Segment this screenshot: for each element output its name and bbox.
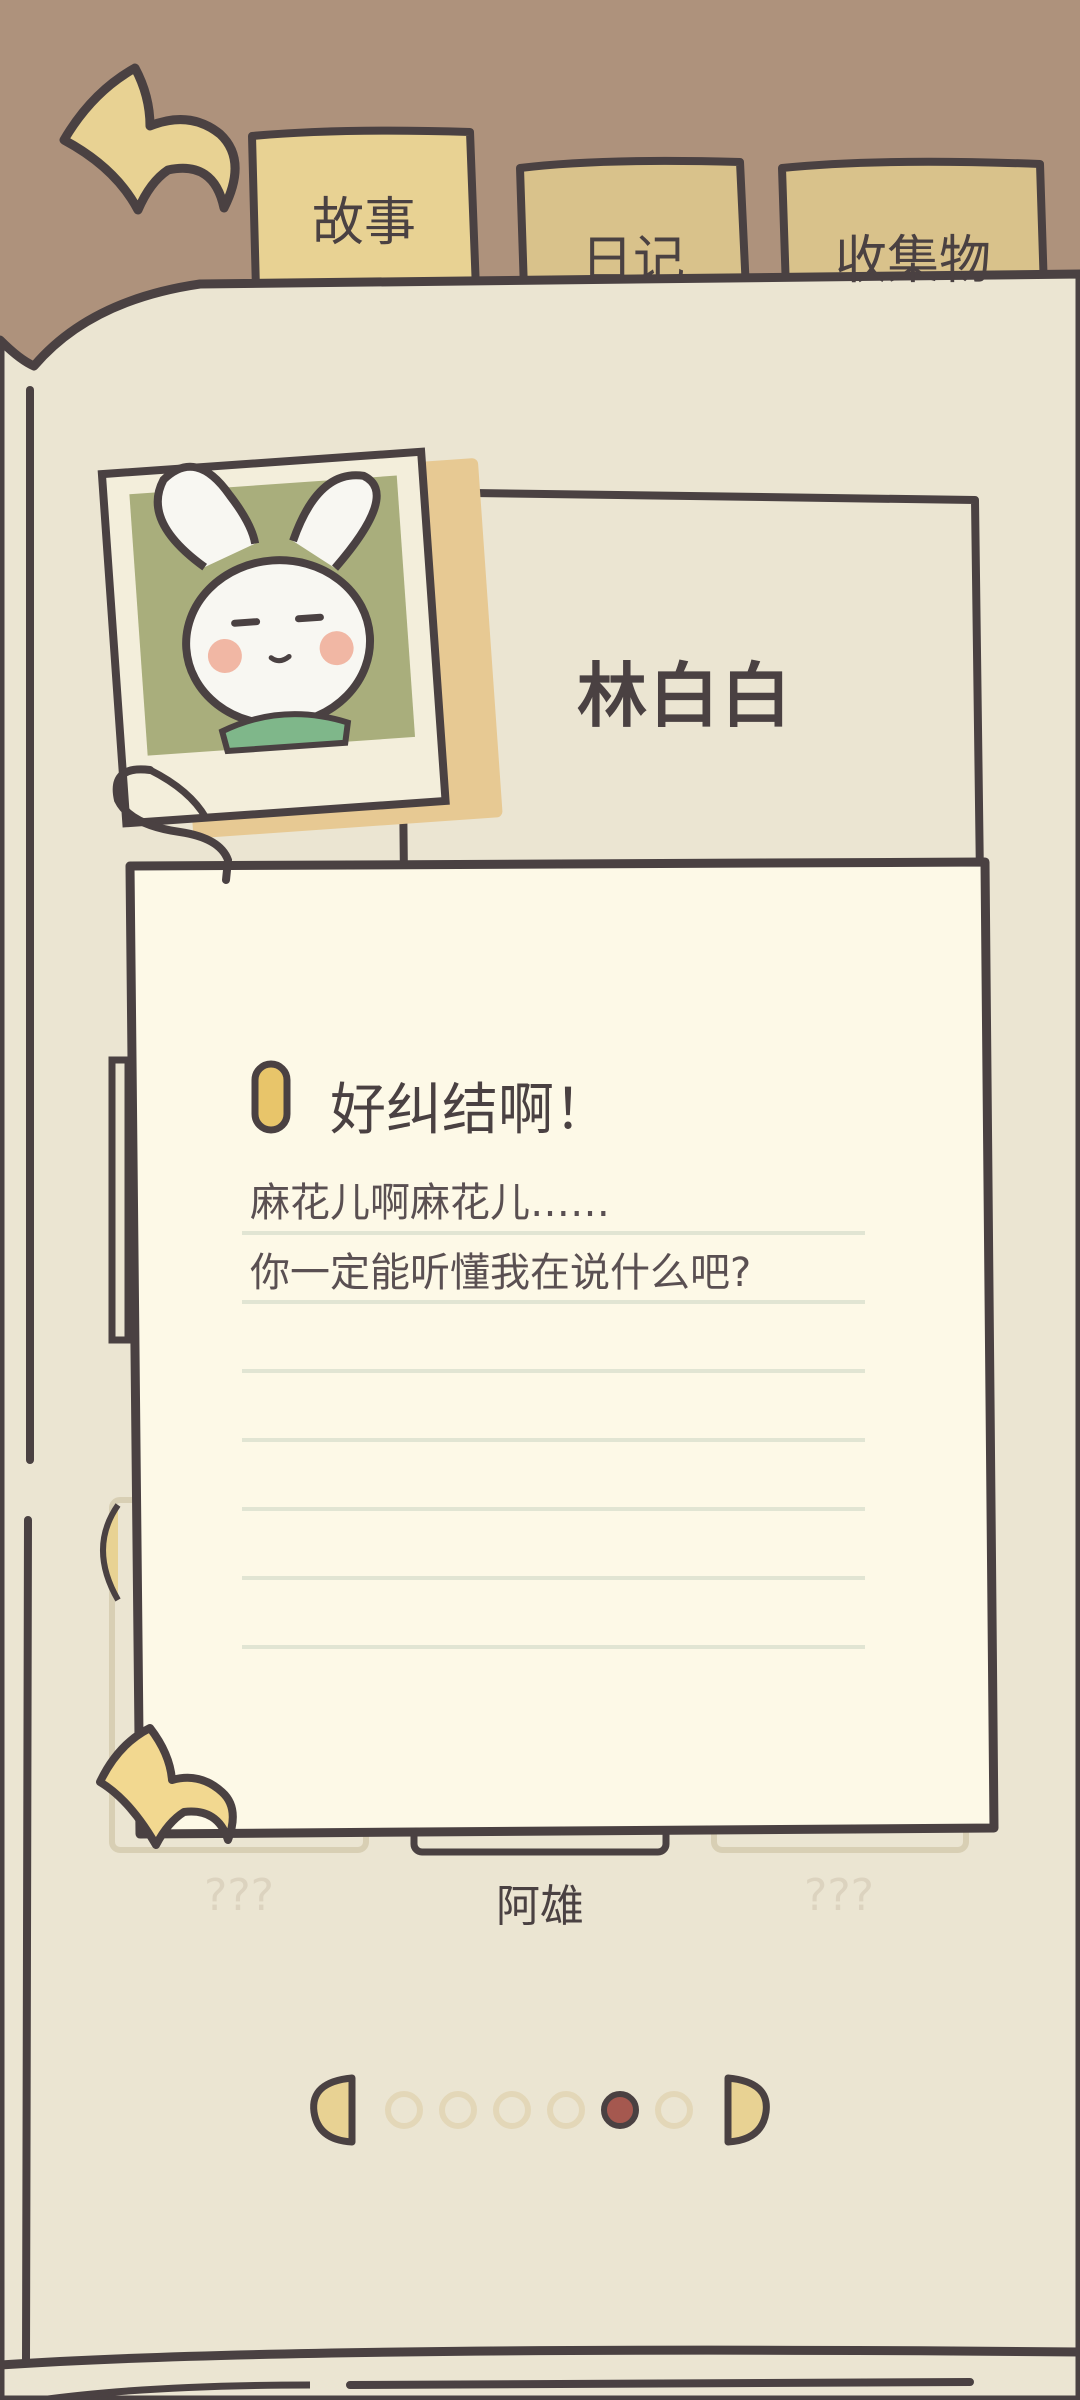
page-dot[interactable] — [547, 2091, 585, 2129]
next-page-button[interactable] — [724, 2074, 770, 2146]
tab-story-label: 故事 — [311, 193, 416, 253]
left-edge-card — [108, 1056, 132, 1344]
tab-collection[interactable]: 收集物 — [782, 162, 1044, 291]
tab-diary-label: 日记 — [580, 231, 685, 291]
page-dot[interactable] — [493, 2091, 531, 2129]
tab-diary[interactable]: 日记 — [520, 162, 746, 291]
note-line-1: 麻花儿啊麻花儿…… — [250, 1180, 610, 1226]
character-name: 林白白 — [577, 655, 793, 737]
tab-collection-label: 收集物 — [834, 231, 991, 291]
prev-page-button[interactable] — [310, 2074, 356, 2146]
note-title: 好纠结啊！ — [330, 1078, 610, 1143]
tab-story[interactable]: 故事 — [252, 132, 476, 290]
page-dot[interactable] — [385, 2091, 423, 2129]
note-line-2: 你一定能听懂我在说什么吧? — [250, 1250, 752, 1296]
card-caption-center[interactable]: 阿雄 — [415, 1870, 665, 1934]
page-dot[interactable] — [655, 2091, 693, 2129]
pagination — [310, 2074, 770, 2146]
character-photo — [97, 447, 503, 839]
page-dot-active[interactable] — [601, 2091, 639, 2129]
note-paper — [125, 857, 999, 1839]
card-caption-right[interactable]: ??? — [714, 1870, 964, 1921]
card-caption-left[interactable]: ??? — [114, 1870, 364, 1921]
back-button[interactable] — [60, 60, 240, 220]
close-note-button[interactable] — [95, 1725, 235, 1850]
page-dot[interactable] — [439, 2091, 477, 2129]
